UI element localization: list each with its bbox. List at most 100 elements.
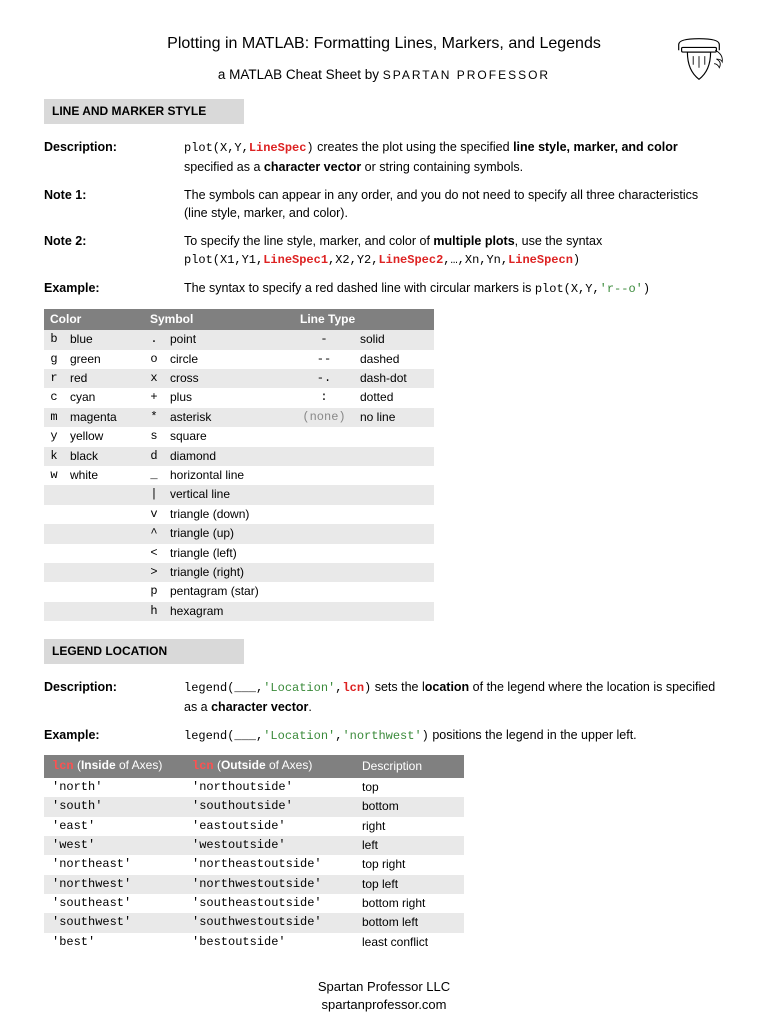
table-cell: | [144,485,164,504]
page-subtitle: a MATLAB Cheat Sheet by SPARTAN PROFESSO… [44,65,724,85]
table-cell: r [44,369,64,388]
lcode-loc: 'Location' [263,681,335,695]
table-cell: bottom right [354,894,464,913]
table-cell: pentagram (star) [164,582,294,601]
table-row: rredxcross-.dash-dot [44,369,434,388]
table-cell: cyan [64,388,144,407]
lex-post: ) [422,729,429,743]
table-row: yyellowssquare [44,427,434,446]
section-heading-line-marker: LINE AND MARKER STYLE [44,99,244,124]
table-cell: asterisk [164,408,294,427]
table-cell [294,544,354,563]
table-cell: h [144,602,164,621]
table-cell: d [144,447,164,466]
table-cell: no line [354,408,434,427]
table-cell: 'north' [44,778,184,797]
note2-label: Note 2: [44,232,184,270]
table-cell [354,466,434,485]
note2-bold: multiple plots [433,234,514,248]
subtitle-prefix: a MATLAB Cheat Sheet by [218,67,383,82]
table-cell [64,582,144,601]
note1-label: Note 1: [44,186,184,222]
page-title: Plotting in MATLAB: Formatting Lines, Ma… [44,32,724,55]
table-cell: top right [354,855,464,874]
table-cell: dashed [354,350,434,369]
table-cell: . [144,330,164,349]
table-row: 'west''westoutside'left [44,836,464,855]
table-cell: plus [164,388,294,407]
table-cell: hexagram [164,602,294,621]
table-cell [44,505,64,524]
note1-body: The symbols can appear in any order, and… [184,186,724,222]
example-code-arg: 'r--o' [600,282,643,296]
legend-example-body: legend(___,'Location','northwest') posit… [184,726,724,745]
lcode-lcn: lcn [342,681,364,695]
table-cell [294,485,354,504]
table-cell: 'south' [44,797,184,816]
table-cell: g [44,350,64,369]
section-heading-legend: LEGEND LOCATION [44,639,244,664]
table-cell: 'southwest' [44,913,184,932]
table-cell: right [354,817,464,836]
table-cell [64,485,144,504]
table-cell: square [164,427,294,446]
table-cell: triangle (left) [164,544,294,563]
table-cell: 'best' [44,933,184,952]
table-row: kblackddiamond [44,447,434,466]
table-cell: ^ [144,524,164,543]
table-cell: point [164,330,294,349]
table-row: 'east''eastoutside'right [44,817,464,836]
description-body: plot(X,Y,LineSpec) creates the plot usin… [184,138,724,176]
note2-text1: To specify the line style, marker, and c… [184,234,433,248]
note2-body: To specify the line style, marker, and c… [184,232,724,270]
table-cell: _ [144,466,164,485]
table-cell [44,563,64,582]
brand-name: SPARTAN PROFESSOR [383,68,550,82]
table-cell [354,544,434,563]
table-cell: cross [164,369,294,388]
th-desc: Description [354,755,464,777]
table-cell: + [144,388,164,407]
example-text: The syntax to specify a red dashed line … [184,281,535,295]
table-cell: yellow [64,427,144,446]
table-cell: y [44,427,64,446]
table-row: ^triangle (up) [44,524,434,543]
table-cell: p [144,582,164,601]
table-row: ggreenocircle--dashed [44,350,434,369]
table-row: 'north''northoutside'top [44,778,464,797]
lbold-1: ocation [425,680,469,694]
table-cell: 'east' [44,817,184,836]
table-cell [294,524,354,543]
table-cell [354,563,434,582]
table-cell [64,563,144,582]
note2-text2: , use the syntax [515,234,603,248]
table-cell [44,544,64,563]
table-cell [294,447,354,466]
table-cell: m [44,408,64,427]
location-table: lcn (Inside of Axes) lcn (Outside of Axe… [44,755,464,952]
table-row: 'best''bestoutside'least conflict [44,933,464,952]
table-cell: least conflict [354,933,464,952]
table-cell [64,544,144,563]
table-cell: dotted [354,388,434,407]
table-row: 'south''southoutside'bottom [44,797,464,816]
table-cell: 'eastoutside' [184,817,354,836]
table-cell: top [354,778,464,797]
lex-text: positions the legend in the upper left. [429,728,637,742]
table-cell [64,505,144,524]
footer-line2: spartanprofessor.com [44,996,724,1014]
table-cell [64,602,144,621]
code-pre: plot(X,Y, [184,141,249,155]
table-cell: v [144,505,164,524]
table-cell [44,485,64,504]
lex-loc: 'Location' [263,729,335,743]
description-label: Description: [44,138,184,176]
table-row: <triangle (left) [44,544,434,563]
table-cell: k [44,447,64,466]
note1-row: Note 1: The symbols can appear in any or… [44,186,724,222]
th-linetype: Line Type [294,309,434,330]
th-symbol: Symbol [144,309,294,330]
table-cell: diamond [164,447,294,466]
description-row: Description: plot(X,Y,LineSpec) creates … [44,138,724,176]
table-cell [64,524,144,543]
